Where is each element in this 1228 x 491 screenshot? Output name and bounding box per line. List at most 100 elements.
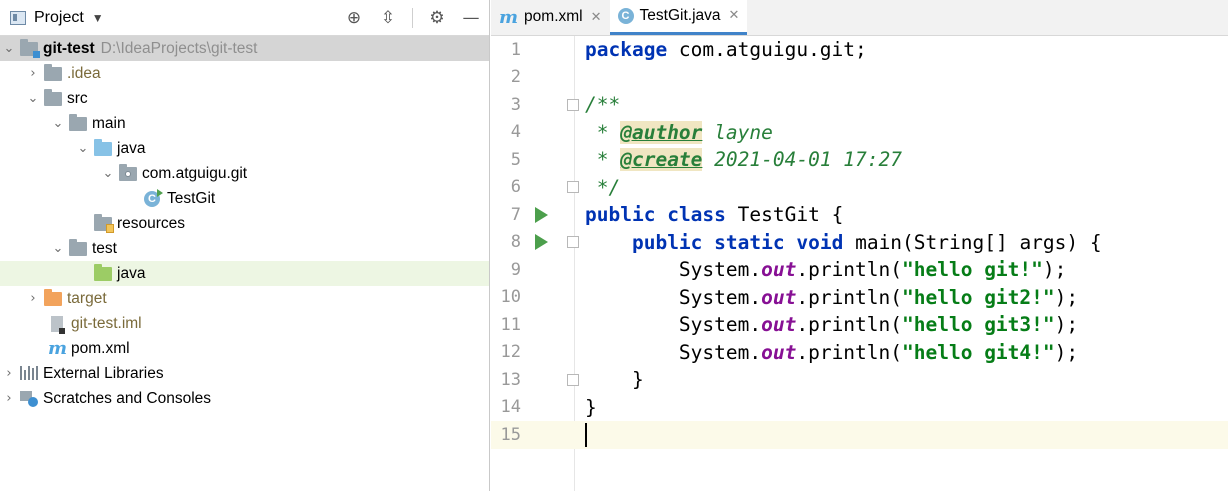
line-number: 3 xyxy=(510,94,521,115)
project-header-toolbar: ⊕ ⇳ ⚙ — xyxy=(344,0,481,36)
code-text[interactable]: System.out.println("hello git2!"); xyxy=(585,286,1078,309)
code-line[interactable]: 4 * @author layne xyxy=(491,119,1228,147)
code-line[interactable]: 14 } xyxy=(491,394,1228,422)
chevron-down-icon[interactable]: ⌄ xyxy=(76,136,90,161)
tree-item-label: resources xyxy=(117,214,186,232)
folder-icon xyxy=(44,63,62,82)
tree-item-idea[interactable]: › .idea xyxy=(0,61,489,86)
project-tool-window: Project ▼ ⊕ ⇳ ⚙ — ⌄ git-test D:\IdeaProj… xyxy=(0,0,490,491)
tree-item-label: External Libraries xyxy=(43,364,164,382)
tab-label: pom.xml xyxy=(524,8,583,25)
tree-item-git-test[interactable]: ⌄ git-test D:\IdeaProjects\git-test xyxy=(0,36,489,61)
tree-item-label: java xyxy=(117,139,146,157)
close-icon[interactable]: ✕ xyxy=(591,10,602,25)
folder-icon xyxy=(69,113,87,132)
tree-item-resources[interactable]: resources xyxy=(0,211,489,236)
line-number: 9 xyxy=(510,259,521,280)
tree-item-label: pom.xml xyxy=(71,339,130,357)
hide-icon[interactable]: — xyxy=(461,8,481,28)
code-text[interactable]: public class TestGit { xyxy=(585,203,843,226)
tree-item-label: src xyxy=(67,89,88,107)
code-text[interactable]: /** xyxy=(585,93,620,116)
gear-icon[interactable]: ⚙ xyxy=(427,8,447,28)
code-line[interactable]: 5 * @create 2021-04-01 17:27 xyxy=(491,146,1228,174)
code-text[interactable]: public static void main(String[] args) { xyxy=(585,231,1102,254)
code-area[interactable]: 1 package com.atguigu.git; 2 3 /** 4 * @… xyxy=(491,36,1228,491)
project-header: Project ▼ ⊕ ⇳ ⚙ — xyxy=(0,0,489,36)
chevron-down-icon[interactable]: ⌄ xyxy=(26,86,40,111)
line-number: 14 xyxy=(500,397,521,418)
code-line[interactable]: 12 System.out.println("hello git4!"); xyxy=(491,339,1228,367)
code-text[interactable]: package com.atguigu.git; xyxy=(585,38,867,61)
code-line-current[interactable]: 15 xyxy=(491,421,1228,449)
maven-icon: m xyxy=(48,337,68,359)
resources-folder-icon xyxy=(94,213,114,233)
chevron-down-icon[interactable]: ▼ xyxy=(92,11,104,25)
code-line[interactable]: 6 */ xyxy=(491,174,1228,202)
chevron-right-icon[interactable]: › xyxy=(26,61,40,86)
code-text[interactable]: * @author layne xyxy=(585,120,773,144)
line-number: 8 xyxy=(510,232,521,253)
tree-item-pom[interactable]: m pom.xml xyxy=(0,336,489,361)
fold-icon[interactable] xyxy=(567,181,579,194)
run-icon[interactable] xyxy=(535,234,548,251)
code-line[interactable]: 11 System.out.println("hello git3!"); xyxy=(491,311,1228,339)
code-line[interactable]: 9 System.out.println("hello git!"); xyxy=(491,256,1228,284)
code-text[interactable]: } xyxy=(585,396,597,419)
tree-item-testgit[interactable]: C TestGit xyxy=(0,186,489,211)
chevron-down-icon[interactable]: ⌄ xyxy=(51,111,65,136)
code-text[interactable]: System.out.println("hello git4!"); xyxy=(585,341,1078,364)
chevron-down-icon[interactable]: ⌄ xyxy=(51,236,65,261)
code-line[interactable]: 3 /** xyxy=(491,91,1228,119)
chevron-down-icon[interactable]: ⌄ xyxy=(2,36,16,61)
code-line[interactable]: 10 System.out.println("hello git2!"); xyxy=(491,284,1228,312)
run-icon[interactable] xyxy=(535,206,548,223)
tree-item-label: git-test.iml xyxy=(71,314,142,332)
tab-label: TestGit.java xyxy=(639,6,721,24)
text-caret xyxy=(585,423,587,447)
code-text[interactable]: * @create 2021-04-01 17:27 xyxy=(585,148,902,172)
fold-icon[interactable] xyxy=(567,98,579,111)
code-line[interactable]: 8 public static void main(String[] args)… xyxy=(491,229,1228,257)
tree-item-main[interactable]: ⌄ main xyxy=(0,111,489,136)
folder-icon xyxy=(44,88,62,107)
chevron-right-icon[interactable]: › xyxy=(2,386,16,411)
code-text[interactable]: System.out.println("hello git!"); xyxy=(585,258,1066,281)
tree-item-target[interactable]: › target xyxy=(0,286,489,311)
line-number: 4 xyxy=(510,122,521,143)
tree-item-scratches[interactable]: › Scratches and Consoles xyxy=(0,386,489,411)
close-icon[interactable]: ✕ xyxy=(729,8,740,23)
fold-icon[interactable] xyxy=(567,373,579,386)
tab-pom-xml[interactable]: m pom.xml ✕ xyxy=(491,0,610,35)
tree-item-java-main[interactable]: ⌄ java xyxy=(0,136,489,161)
tree-item-external-libraries[interactable]: › External Libraries xyxy=(0,361,489,386)
fold-icon[interactable] xyxy=(567,236,579,249)
tree-item-package[interactable]: ⌄ com.atguigu.git xyxy=(0,161,489,186)
code-line[interactable]: 7 public class TestGit { xyxy=(491,201,1228,229)
tree-item-label: java xyxy=(117,264,146,282)
code-line[interactable]: 2 xyxy=(491,64,1228,92)
code-text[interactable]: */ xyxy=(585,176,621,199)
line-number: 10 xyxy=(500,287,521,308)
chevron-right-icon[interactable]: › xyxy=(2,361,16,386)
tree-item-java-test[interactable]: java xyxy=(0,261,489,286)
chevron-right-icon[interactable]: › xyxy=(26,286,40,311)
code-text[interactable]: System.out.println("hello git3!"); xyxy=(585,313,1078,336)
code-text[interactable] xyxy=(585,423,587,447)
tree-item-src[interactable]: ⌄ src xyxy=(0,86,489,111)
code-line[interactable]: 13 } xyxy=(491,366,1228,394)
tree-item-label: Scratches and Consoles xyxy=(43,389,212,407)
line-number: 11 xyxy=(500,314,521,335)
code-line[interactable]: 1 package com.atguigu.git; xyxy=(491,36,1228,64)
tree-item-iml[interactable]: git-test.iml xyxy=(0,311,489,336)
project-view-title[interactable]: Project xyxy=(34,9,84,27)
line-number: 7 xyxy=(510,204,521,225)
tab-testgit-java[interactable]: C TestGit.java ✕ xyxy=(609,0,748,35)
tree-item-test[interactable]: ⌄ test xyxy=(0,236,489,261)
tree-item-label: target xyxy=(67,289,107,307)
package-icon xyxy=(119,163,137,182)
code-text[interactable]: } xyxy=(585,368,644,391)
collapse-all-icon[interactable]: ⇳ xyxy=(378,8,398,28)
chevron-down-icon[interactable]: ⌄ xyxy=(101,161,115,186)
locate-icon[interactable]: ⊕ xyxy=(344,8,364,28)
